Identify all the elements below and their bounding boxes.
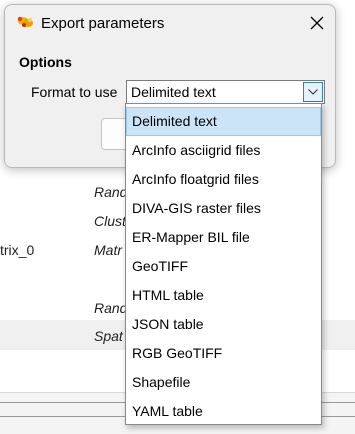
background-label: Spat <box>94 328 123 344</box>
dropdown-option[interactable]: HTML table <box>126 281 321 310</box>
dropdown-option[interactable]: GeoTIFF <box>126 252 321 281</box>
chevron-down-icon <box>308 89 318 95</box>
dropdown-option[interactable]: YAML table <box>126 397 321 426</box>
options-heading: Options <box>19 54 72 70</box>
dropdown-option[interactable]: Delimited text <box>126 107 321 136</box>
dialog-title: Export parameters <box>41 15 165 32</box>
format-select-dropdown-button[interactable] <box>303 82 323 102</box>
close-button[interactable] <box>303 9 331 37</box>
dropdown-option[interactable]: ArcInfo floatgrid files <box>126 165 321 194</box>
dropdown-option[interactable]: ER-Mapper BIL file <box>126 223 321 252</box>
close-icon <box>310 16 324 30</box>
background-label: trix_0 <box>0 242 35 258</box>
background-label: Clust <box>94 213 126 229</box>
format-dropdown-list: Delimited text ArcInfo asciigrid files Arc… <box>125 103 322 425</box>
background-label: Rand <box>94 300 128 316</box>
dropdown-option[interactable]: DIVA-GIS raster files <box>126 194 321 223</box>
dropdown-option[interactable]: Shapefile <box>126 368 321 397</box>
format-label: Format to use <box>31 84 118 100</box>
dropdown-option[interactable]: RGB GeoTIFF <box>126 339 321 368</box>
dialog-titlebar[interactable]: Export parameters <box>5 5 335 41</box>
dropdown-option[interactable]: JSON table <box>126 310 321 339</box>
format-select-value: Delimited text <box>131 84 216 100</box>
app-logo-icon <box>15 14 35 30</box>
background-label: Rand <box>94 184 128 200</box>
format-select[interactable]: Delimited text <box>126 80 325 104</box>
background-label: Matr <box>94 242 122 258</box>
dropdown-option[interactable]: ArcInfo asciigrid files <box>126 136 321 165</box>
